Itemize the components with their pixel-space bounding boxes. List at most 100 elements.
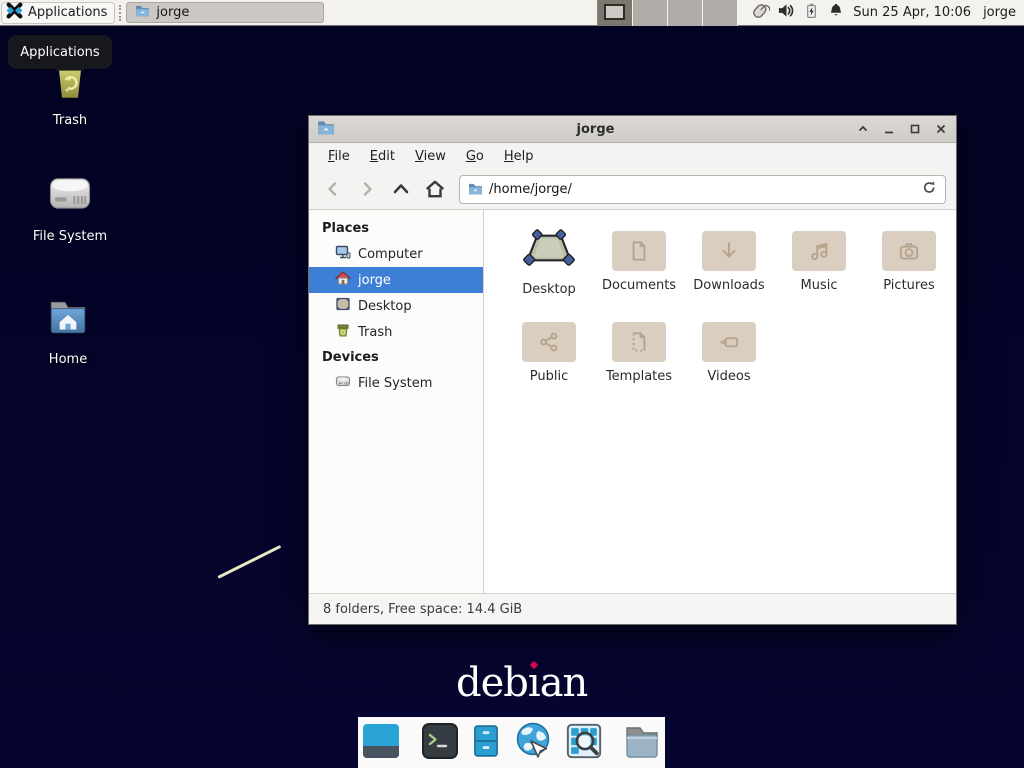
web-browser-icon[interactable] <box>512 720 556 766</box>
applications-menu-label: Applications <box>28 5 107 20</box>
trash-icon <box>335 322 351 342</box>
sidebar-item-label: Computer <box>358 247 423 262</box>
sidebar-item-label: Trash <box>358 325 392 340</box>
sidebar-item-file-system[interactable]: File System <box>309 370 483 396</box>
bell-icon[interactable] <box>827 1 845 24</box>
file-manager-window: jorge File Edit View Go Help <box>308 115 957 625</box>
folder-icon <box>612 231 666 271</box>
stray-line <box>217 545 281 579</box>
top-panel: Applications jorge <box>0 0 1024 26</box>
path-input[interactable]: /home/jorge/ <box>489 182 916 197</box>
volume-icon[interactable] <box>777 1 796 24</box>
app-finder-icon[interactable] <box>565 722 603 764</box>
folder-label: Templates <box>606 369 672 384</box>
menubar: File Edit View Go Help <box>309 143 956 169</box>
taskbar-window-label: jorge <box>156 5 189 20</box>
sidebar-item-computer[interactable]: Computer <box>309 241 483 267</box>
file-view[interactable]: Desktop Documents Downloads <box>484 210 956 593</box>
maximize-icon[interactable] <box>908 122 922 136</box>
folder-icon <box>612 322 666 362</box>
dock <box>358 717 665 768</box>
menu-go[interactable]: Go <box>457 146 493 167</box>
panel-clock[interactable]: Sun 25 Apr, 10:06 <box>853 5 971 20</box>
show-desktop-icon[interactable] <box>360 721 402 765</box>
folder-videos[interactable]: Videos <box>684 313 774 384</box>
folder-label: Desktop <box>522 282 576 297</box>
back-icon[interactable] <box>319 175 347 203</box>
desktop-special-icon <box>521 226 577 275</box>
sidebar-item-jorge[interactable]: jorge <box>309 267 483 293</box>
folder-label: Music <box>801 278 838 293</box>
taskbar-window-button[interactable]: jorge <box>126 2 324 23</box>
file-cabinet-icon[interactable] <box>469 721 503 765</box>
sidebar: Places Computer jorge Desktop Trash <box>309 210 484 593</box>
window-title: jorge <box>335 122 856 137</box>
terminal-icon[interactable] <box>420 721 460 765</box>
path-bar[interactable]: /home/jorge/ <box>459 175 946 204</box>
sidebar-item-label: File System <box>358 376 432 391</box>
reload-icon[interactable] <box>922 180 937 199</box>
window-folder-icon <box>317 119 335 139</box>
system-tray <box>748 1 845 25</box>
sidebar-item-label: jorge <box>358 273 391 288</box>
desktop-icon-file-system[interactable]: File System <box>18 168 122 244</box>
panel-grip[interactable] <box>119 5 123 21</box>
folder-pictures[interactable]: Pictures <box>864 222 954 297</box>
panel-username[interactable]: jorge <box>983 5 1016 20</box>
sidebar-item-label: Desktop <box>358 299 412 314</box>
folder-music[interactable]: Music <box>774 222 864 297</box>
home-folder-icon <box>43 293 93 347</box>
desktop-icon <box>335 296 351 316</box>
applications-menu-button[interactable]: Applications <box>1 2 115 24</box>
toolbar: /home/jorge/ <box>309 169 956 210</box>
home-icon[interactable] <box>421 175 449 203</box>
sidebar-item-desktop[interactable]: Desktop <box>309 293 483 319</box>
folder-documents[interactable]: Documents <box>594 222 684 297</box>
workspace-3[interactable] <box>668 0 703 26</box>
menu-file[interactable]: File <box>319 146 359 167</box>
folder-label: Pictures <box>883 278 934 293</box>
workspace-1[interactable] <box>598 0 633 26</box>
logo-text: deb <box>456 660 528 706</box>
folder-icon <box>135 4 150 21</box>
logo-text: an <box>540 660 588 706</box>
desktop-icon-label: Trash <box>53 113 87 128</box>
folder-desktop[interactable]: Desktop <box>504 222 594 297</box>
folder-templates[interactable]: Templates <box>594 313 684 384</box>
forward-icon[interactable] <box>353 175 381 203</box>
workspace-4[interactable] <box>703 0 738 26</box>
battery-icon[interactable] <box>803 1 820 25</box>
tooltip-text: Applications <box>20 45 99 60</box>
workspace-window-thumb <box>604 4 625 20</box>
folder-icon <box>702 322 756 362</box>
workspace-pager[interactable] <box>597 0 738 26</box>
folder-icon[interactable] <box>621 721 663 765</box>
window-titlebar[interactable]: jorge <box>309 116 956 143</box>
statusbar: 8 folders, Free space: 14.4 GiB <box>309 593 956 624</box>
menu-help[interactable]: Help <box>495 146 543 167</box>
folder-icon <box>522 322 576 362</box>
folder-icon <box>468 180 483 199</box>
folder-label: Downloads <box>693 278 764 293</box>
mouse-icon[interactable] <box>748 1 770 25</box>
menu-view[interactable]: View <box>406 146 455 167</box>
logo-i-red-diamond: ı <box>528 660 540 706</box>
sidebar-item-trash[interactable]: Trash <box>309 319 483 345</box>
minimize-icon[interactable] <box>882 122 896 136</box>
menu-edit[interactable]: Edit <box>361 146 404 167</box>
folder-downloads[interactable]: Downloads <box>684 222 774 297</box>
folder-label: Videos <box>707 369 750 384</box>
desktop-icon-home[interactable]: Home <box>16 293 120 367</box>
xfce-applications-icon <box>6 2 23 23</box>
workspace-2[interactable] <box>633 0 668 26</box>
desktop-icon-label: File System <box>33 229 107 244</box>
folder-icon <box>702 231 756 271</box>
sidebar-header-places: Places <box>309 216 483 241</box>
folder-public[interactable]: Public <box>504 313 594 384</box>
close-icon[interactable] <box>934 122 948 136</box>
applications-tooltip: Applications <box>8 35 112 69</box>
desktop-icon-label: Home <box>49 352 87 367</box>
shade-icon[interactable] <box>856 122 870 136</box>
computer-icon <box>335 244 351 264</box>
up-icon[interactable] <box>387 175 415 203</box>
